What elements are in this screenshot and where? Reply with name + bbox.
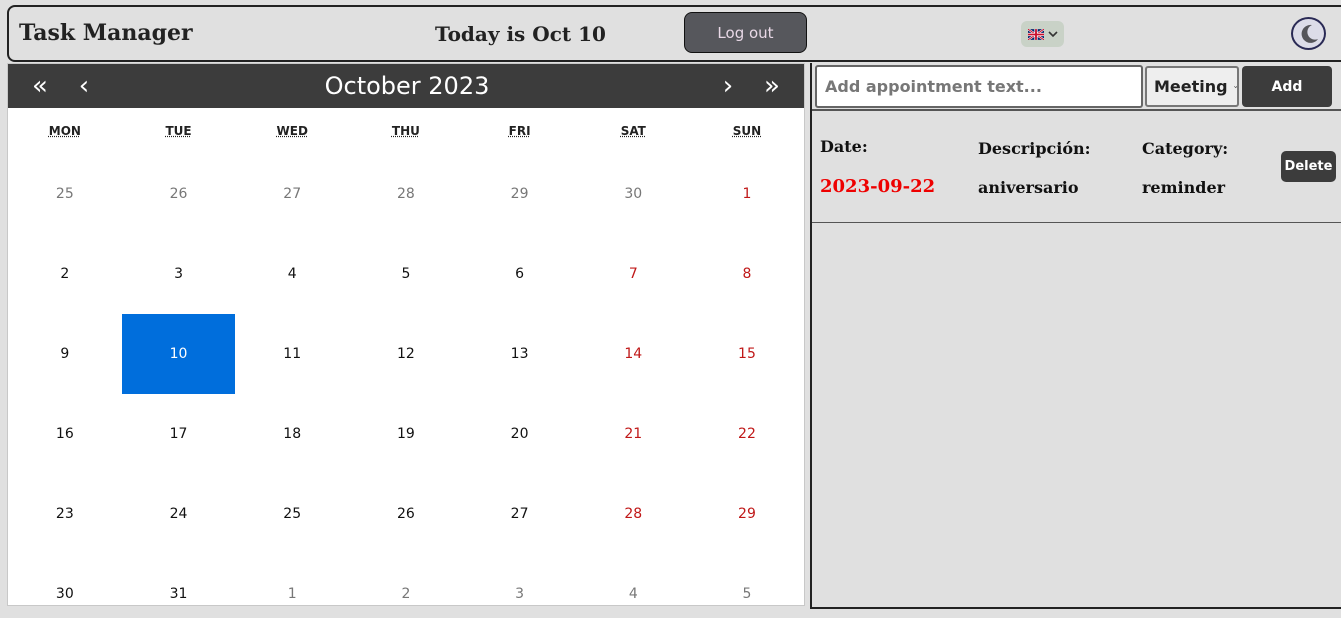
calendar-day[interactable]: 22 bbox=[690, 394, 804, 474]
calendar-day[interactable]: 5 bbox=[690, 554, 804, 606]
uk-flag-icon bbox=[1028, 29, 1044, 40]
appointments-panel: Meeting Add Date: 2023-09-22 Descripción… bbox=[810, 63, 1341, 609]
description-column-label: Descripción: bbox=[978, 139, 1091, 158]
calendar-day[interactable]: 23 bbox=[8, 474, 122, 554]
app-title: Task Manager bbox=[19, 20, 193, 46]
category-select[interactable]: Meeting bbox=[1145, 66, 1239, 107]
calendar-day[interactable]: 2 bbox=[8, 234, 122, 314]
theme-toggle-button[interactable] bbox=[1291, 17, 1326, 50]
calendar-day[interactable]: 3 bbox=[122, 234, 236, 314]
language-select[interactable] bbox=[1021, 21, 1064, 47]
prev-month-button[interactable]: ‹ bbox=[64, 64, 104, 108]
calendar-day[interactable]: 24 bbox=[122, 474, 236, 554]
calendar-day[interactable]: 29 bbox=[690, 474, 804, 554]
calendar-day[interactable]: 4 bbox=[576, 554, 690, 606]
weekday-label: SUN bbox=[690, 124, 804, 146]
calendar-day[interactable]: 27 bbox=[463, 474, 577, 554]
calendar-navigation: « ‹ October 2023 › » bbox=[8, 64, 805, 108]
calendar-day[interactable]: 9 bbox=[8, 314, 122, 394]
calendar-day[interactable]: 1 bbox=[690, 154, 804, 234]
appointment-date: 2023-09-22 bbox=[820, 176, 935, 197]
calendar-day[interactable]: 18 bbox=[235, 394, 349, 474]
chevron-down-icon bbox=[1234, 82, 1237, 92]
prev-year-button[interactable]: « bbox=[20, 64, 60, 108]
calendar-day[interactable]: 29 bbox=[463, 154, 577, 234]
calendar-day[interactable]: 26 bbox=[122, 154, 236, 234]
weekday-label: TUE bbox=[122, 124, 236, 146]
calendar-day[interactable]: 3 bbox=[463, 554, 577, 606]
calendar-day[interactable]: 30 bbox=[576, 154, 690, 234]
moon-icon bbox=[1298, 23, 1320, 45]
weekday-label: THU bbox=[349, 124, 463, 146]
weekday-label: SAT bbox=[576, 124, 690, 146]
calendar-day[interactable]: 25 bbox=[235, 474, 349, 554]
calendar-day[interactable]: 26 bbox=[349, 474, 463, 554]
calendar: « ‹ October 2023 › » MON TUE WED THU FRI… bbox=[7, 63, 805, 606]
calendar-days-grid: 25 26 27 28 29 30 1 2 3 4 5 6 7 8 9 10 11 12 13 14 15 16 17 18 1… bbox=[8, 154, 805, 606]
calendar-day[interactable]: 31 bbox=[122, 554, 236, 606]
appointment-description: aniversario bbox=[978, 178, 1079, 197]
calendar-day[interactable]: 11 bbox=[235, 314, 349, 394]
month-label[interactable]: October 2023 bbox=[8, 64, 805, 108]
date-column-label: Date: bbox=[820, 137, 868, 156]
calendar-day-selected[interactable]: 10 bbox=[122, 314, 236, 394]
next-month-button[interactable]: › bbox=[708, 64, 748, 108]
appointment-row: Date: 2023-09-22 Descripción: aniversari… bbox=[812, 109, 1341, 223]
calendar-day[interactable]: 25 bbox=[8, 154, 122, 234]
logout-button[interactable]: Log out bbox=[684, 12, 807, 53]
calendar-day[interactable]: 8 bbox=[690, 234, 804, 314]
calendar-day[interactable]: 15 bbox=[690, 314, 804, 394]
weekday-label: WED bbox=[235, 124, 349, 146]
next-year-button[interactable]: » bbox=[752, 64, 792, 108]
calendar-day[interactable]: 20 bbox=[463, 394, 577, 474]
calendar-day[interactable]: 16 bbox=[8, 394, 122, 474]
calendar-day[interactable]: 6 bbox=[463, 234, 577, 314]
weekday-header: MON TUE WED THU FRI SAT SUN bbox=[8, 124, 805, 146]
today-label: Today is Oct 10 bbox=[435, 22, 606, 46]
calendar-day[interactable]: 19 bbox=[349, 394, 463, 474]
appointment-category: reminder bbox=[1142, 178, 1225, 197]
calendar-day[interactable]: 4 bbox=[235, 234, 349, 314]
calendar-day[interactable]: 21 bbox=[576, 394, 690, 474]
weekday-label: FRI bbox=[463, 124, 577, 146]
calendar-day[interactable]: 12 bbox=[349, 314, 463, 394]
appointment-text-input[interactable] bbox=[815, 65, 1143, 108]
delete-appointment-button[interactable]: Delete bbox=[1281, 151, 1336, 182]
calendar-day[interactable]: 28 bbox=[576, 474, 690, 554]
calendar-day[interactable]: 14 bbox=[576, 314, 690, 394]
calendar-day[interactable]: 27 bbox=[235, 154, 349, 234]
add-appointment-button[interactable]: Add bbox=[1242, 66, 1332, 107]
weekday-label: MON bbox=[8, 124, 122, 146]
category-column-label: Category: bbox=[1142, 139, 1228, 158]
calendar-day[interactable]: 13 bbox=[463, 314, 577, 394]
calendar-day[interactable]: 5 bbox=[349, 234, 463, 314]
app-header: Task Manager Today is Oct 10 Log out bbox=[7, 5, 1341, 62]
calendar-day[interactable]: 2 bbox=[349, 554, 463, 606]
calendar-day[interactable]: 7 bbox=[576, 234, 690, 314]
calendar-day[interactable]: 17 bbox=[122, 394, 236, 474]
calendar-day[interactable]: 1 bbox=[235, 554, 349, 606]
calendar-day[interactable]: 30 bbox=[8, 554, 122, 606]
chevron-down-icon bbox=[1048, 29, 1058, 39]
category-selected-value: Meeting bbox=[1154, 77, 1228, 96]
calendar-day[interactable]: 28 bbox=[349, 154, 463, 234]
